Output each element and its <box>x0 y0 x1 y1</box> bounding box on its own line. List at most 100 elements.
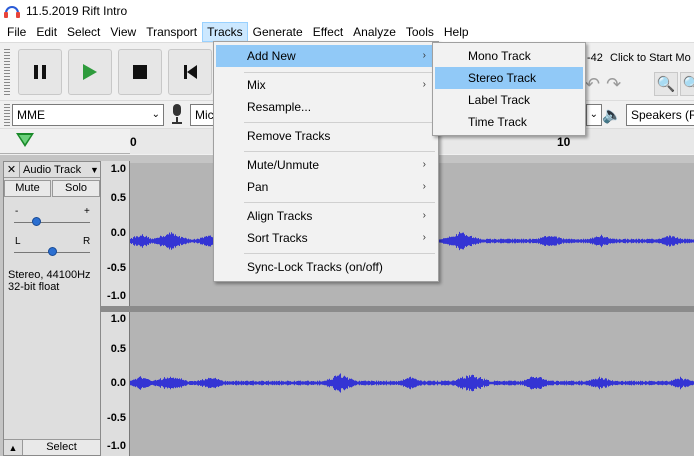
chevron-down-icon: ⌄ <box>589 109 598 120</box>
menu-effect[interactable]: Effect <box>308 22 348 42</box>
ruler-label: -1.0 <box>107 290 126 302</box>
title-bar: 11.5.2019 Rift Intro <box>0 0 694 22</box>
pan-slider-knob[interactable] <box>48 247 57 256</box>
skip-to-start-icon <box>183 65 197 79</box>
tracks-menu-resample[interactable]: Resample... <box>216 96 436 118</box>
tracks-menu-remove-tracks[interactable]: Remove Tracks <box>216 125 436 147</box>
audacity-logo-icon <box>4 3 20 19</box>
stop-button[interactable] <box>118 49 162 95</box>
menu-label: Align Tracks <box>247 209 313 223</box>
track-format-line2: 32-bit float <box>8 281 60 293</box>
playback-channel-select[interactable]: ⌄ <box>586 104 602 126</box>
ruler-label: -0.5 <box>107 262 126 274</box>
track-format-line1: Stereo, 44100Hz <box>8 269 91 281</box>
recording-device-value: Mic <box>195 108 214 122</box>
zoom-in-icon: 🔍 <box>656 76 676 93</box>
zoom-in-button[interactable]: 🔍 <box>654 72 678 96</box>
playback-device-value: Speakers (Re <box>631 108 694 122</box>
tracks-menu-mute-unmute[interactable]: Mute/Unmute › <box>216 154 436 176</box>
menu-view[interactable]: View <box>105 22 141 42</box>
submenu-label-track[interactable]: Label Track <box>435 89 583 111</box>
track-footer: ▲ Select <box>4 439 100 455</box>
gain-slider-knob[interactable] <box>32 217 41 226</box>
speaker-icon: 🔈 <box>602 107 622 124</box>
submenu-stereo-track[interactable]: Stereo Track <box>435 67 583 89</box>
chevron-down-icon[interactable]: ▼ <box>90 165 100 175</box>
pause-button[interactable] <box>18 49 62 95</box>
tracks-menu-mix[interactable]: Mix › <box>216 74 436 96</box>
select-track-button[interactable]: Select <box>22 440 100 455</box>
mute-button[interactable]: Mute <box>4 180 51 197</box>
menu-generate[interactable]: Generate <box>248 22 308 42</box>
playback-device-select[interactable]: Speakers (Re <box>626 104 694 126</box>
add-new-submenu: Mono Track Stereo Track Label Track Time… <box>432 42 586 136</box>
tracks-menu-pan[interactable]: Pan › <box>216 176 436 198</box>
menu-file[interactable]: File <box>2 22 31 42</box>
device-toolbar-grip[interactable] <box>4 104 10 126</box>
zoom-out-button[interactable]: 🔍 <box>680 72 694 96</box>
chevron-right-icon: › <box>422 181 426 192</box>
menu-separator <box>244 202 435 203</box>
menu-label: Mix <box>247 78 266 92</box>
click-to-start-monitoring[interactable]: Click to Start Mo <box>610 52 691 64</box>
play-head-marker-icon[interactable] <box>16 133 34 147</box>
skip-to-start-button[interactable] <box>168 49 212 95</box>
undo-icon[interactable]: ↶ <box>585 75 600 93</box>
microphone-icon <box>171 104 183 126</box>
waveform-path <box>130 373 694 393</box>
ruler-label: 0.5 <box>110 343 126 355</box>
menu-label: Resample... <box>247 100 312 114</box>
ruler-label: 0.0 <box>110 227 126 239</box>
gain-slider-track[interactable] <box>14 222 90 223</box>
menu-tools[interactable]: Tools <box>401 22 439 42</box>
window-title: 11.5.2019 Rift Intro <box>26 4 128 18</box>
ruler-label: 0.5 <box>110 192 126 204</box>
timeline-label-10: 10 <box>557 135 571 149</box>
waveform-right-channel[interactable] <box>130 312 694 456</box>
timeline-label-0: 0 <box>130 135 137 149</box>
meter-scale-value: -42 <box>587 52 603 64</box>
audio-host-value: MME <box>17 108 45 122</box>
ruler-label: 1.0 <box>110 163 126 175</box>
audio-host-select[interactable]: MME ⌄ <box>12 104 164 126</box>
tracks-menu-sort-tracks[interactable]: Sort Tracks › <box>216 227 436 249</box>
menu-label: Sync-Lock Tracks (on/off) <box>247 260 383 274</box>
chevron-down-icon: ⌄ <box>151 109 160 120</box>
play-icon <box>83 64 97 80</box>
menu-tracks[interactable]: Tracks <box>202 22 248 42</box>
menu-separator <box>244 122 435 123</box>
submenu-time-track[interactable]: Time Track <box>435 111 583 133</box>
menu-separator <box>244 253 435 254</box>
track-header: ✕ Audio Track ▼ <box>4 161 100 178</box>
menu-help[interactable]: Help <box>439 22 474 42</box>
menu-label: Pan <box>247 180 269 194</box>
menu-label: Sort Tracks <box>247 231 308 245</box>
track-info: Stereo, 44100Hz 32-bit float <box>8 269 91 293</box>
tracks-menu-add-new[interactable]: Add New › <box>216 45 436 67</box>
tracks-menu-sync-lock[interactable]: Sync-Lock Tracks (on/off) <box>216 256 436 278</box>
ruler-label: -0.5 <box>107 412 126 424</box>
audacity-window: 11.5.2019 Rift Intro File Edit Select Vi… <box>0 0 694 456</box>
menu-analyze[interactable]: Analyze <box>348 22 401 42</box>
redo-icon[interactable]: ↷ <box>606 75 621 93</box>
stop-icon <box>133 65 147 79</box>
gain-minus-label: - <box>15 206 19 217</box>
track-name-menu[interactable]: Audio Track <box>20 164 90 176</box>
menu-transport[interactable]: Transport <box>141 22 202 42</box>
close-icon[interactable]: ✕ <box>4 161 20 178</box>
menu-bar: File Edit Select View Transport Tracks G… <box>0 22 694 42</box>
solo-button[interactable]: Solo <box>52 180 100 197</box>
menu-label: Add New <box>247 49 296 63</box>
play-button[interactable] <box>68 49 112 95</box>
menu-edit[interactable]: Edit <box>31 22 62 42</box>
menu-select[interactable]: Select <box>62 22 105 42</box>
pan-left-label: L <box>15 236 21 247</box>
ruler-label: 0.0 <box>110 377 126 389</box>
submenu-mono-track[interactable]: Mono Track <box>435 45 583 67</box>
amplitude-ruler-left-channel: 1.0 0.5 0.0 -0.5 -1.0 <box>101 161 130 306</box>
tracks-menu-align-tracks[interactable]: Align Tracks › <box>216 205 436 227</box>
toolbar-grip[interactable] <box>4 49 10 95</box>
amplitude-ruler-right-channel: 1.0 0.5 0.0 -0.5 -1.0 <box>101 312 130 456</box>
collapse-arrow-icon[interactable]: ▲ <box>4 440 22 456</box>
track-control-panel: ✕ Audio Track ▼ Mute Solo - + L R Stereo… <box>3 161 101 456</box>
